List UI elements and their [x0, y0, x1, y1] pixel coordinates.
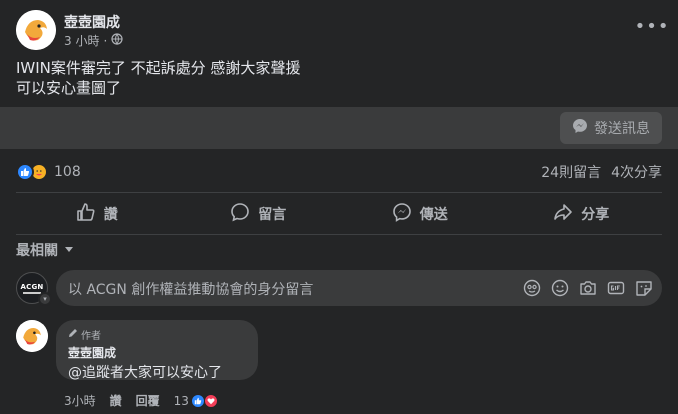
sort-label: 最相關: [16, 243, 58, 259]
comment-label: 留言: [258, 207, 287, 223]
messenger-send-icon: [392, 202, 412, 226]
post-header: 壺壺園成 3 小時 · •••: [16, 8, 669, 54]
comment-author-avatar[interactable]: [16, 320, 48, 352]
comment-input[interactable]: 以 ACGN 創作權益推動協會的身分留言: [56, 270, 662, 306]
comment-bubble: 作者 壺壺園成 @追蹤者大家可以安心了: [56, 320, 258, 381]
divider: [16, 234, 662, 235]
comment-like-button[interactable]: 讚: [110, 392, 122, 409]
like-button[interactable]: 讚: [16, 196, 178, 232]
thumbs-up-icon: [76, 202, 96, 226]
sticker-icon[interactable]: [634, 278, 654, 298]
comment-input-icons: [522, 278, 654, 298]
comment-reply-button[interactable]: 回覆: [136, 392, 160, 409]
post-meta: 3 小時 ·: [64, 32, 123, 49]
comment-text: @追蹤者大家可以安心了: [68, 365, 222, 381]
like-icon: [16, 163, 34, 181]
divider: [16, 192, 662, 193]
emoji-icon[interactable]: [550, 278, 570, 298]
share-label: 分享: [581, 207, 610, 223]
message-bar: 發送訊息: [0, 107, 678, 149]
gif-icon[interactable]: [606, 278, 626, 298]
share-icon: [553, 202, 573, 226]
comment-count[interactable]: 24則留言: [541, 162, 601, 182]
switch-profile-icon[interactable]: ▾: [38, 292, 52, 306]
heart-icon: [203, 393, 218, 408]
caret-down-icon: [64, 242, 74, 258]
post-actions: 讚 留言 傳送 分享: [16, 196, 662, 232]
comment-sort-dropdown[interactable]: 最相關: [16, 240, 74, 260]
send-message-button[interactable]: 發送訊息: [560, 112, 662, 144]
comment-compose: ACGN ▾ 以 ACGN 創作權益推動協會的身分留言: [16, 270, 662, 308]
post-time[interactable]: 3 小時: [64, 32, 99, 49]
comment-reactions[interactable]: 13: [173, 393, 218, 408]
comment-actions: 3小時 讚 回覆 13: [64, 392, 218, 409]
page-avatar-logo: ACGN: [20, 282, 44, 291]
camera-icon[interactable]: [578, 278, 598, 298]
send-button[interactable]: 傳送: [339, 196, 501, 232]
post-text: IWIN案件審完了 不起訴處分 感謝大家聲援 可以安心畫圖了: [16, 58, 656, 98]
comment-button[interactable]: 留言: [178, 196, 340, 232]
globe-icon: [111, 33, 123, 48]
avatar-sticker-icon[interactable]: [522, 278, 542, 298]
like-label: 讚: [103, 207, 118, 223]
reaction-count[interactable]: 108: [54, 164, 81, 180]
post-text-line-1: IWIN案件審完了 不起訴處分 感謝大家聲援: [16, 59, 301, 77]
messenger-icon: [572, 118, 588, 138]
author-avatar[interactable]: [16, 10, 56, 50]
send-message-label: 發送訊息: [594, 121, 650, 137]
post-stats: 24則留言 4次分享: [541, 162, 662, 182]
pen-icon: [68, 328, 78, 341]
reaction-icons[interactable]: [16, 163, 48, 181]
send-label: 傳送: [419, 207, 448, 223]
share-count[interactable]: 4次分享: [611, 162, 662, 182]
post-author-name[interactable]: 壺壺園成: [64, 12, 120, 32]
comment-author-name[interactable]: 壺壺園成: [68, 344, 246, 361]
reactions-row: 108 24則留言 4次分享: [16, 160, 662, 184]
like-icon: [190, 393, 205, 408]
comment-time[interactable]: 3小時: [64, 392, 96, 409]
comment-input-placeholder: 以 ACGN 創作權益推動協會的身分留言: [68, 282, 314, 298]
author-badge-label: 作者: [81, 331, 101, 342]
comment-item: 作者 壺壺園成 @追蹤者大家可以安心了 3小時 讚 回覆 13: [16, 320, 662, 410]
comment-icon: [230, 202, 250, 226]
author-badge: 作者: [68, 327, 246, 342]
more-options-icon[interactable]: •••: [635, 12, 669, 40]
comment-reaction-count: 13: [173, 393, 189, 408]
post-text-line-2: 可以安心畫圖了: [16, 79, 122, 97]
share-button[interactable]: 分享: [501, 196, 663, 232]
